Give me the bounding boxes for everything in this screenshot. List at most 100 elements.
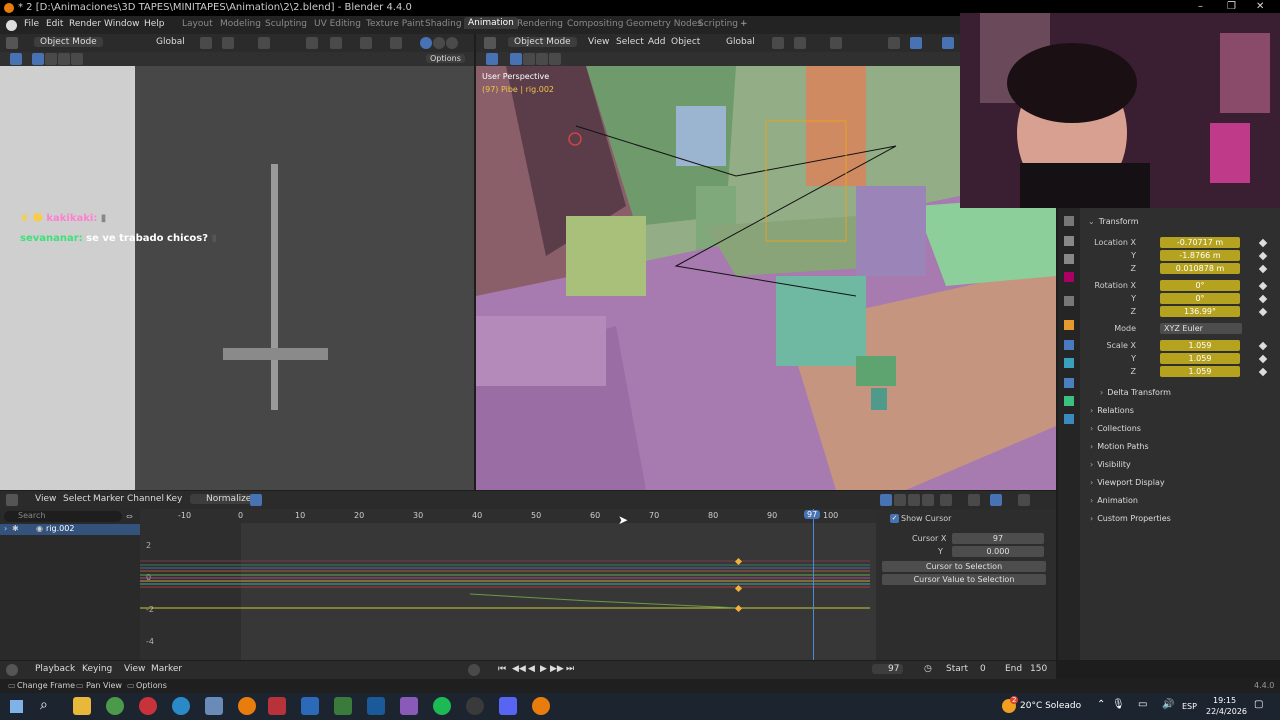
select-mode-extend-icon[interactable] [523,53,535,65]
channel-filter-icon[interactable]: ⇔ [126,512,133,521]
motion-paths-section[interactable]: › Motion Paths [1090,442,1149,451]
preview-range-icon[interactable]: ◷ [924,664,932,674]
physics-tab-icon[interactable] [1064,358,1074,368]
notifications-icon[interactable]: ▢ [1254,699,1263,710]
keyframe-scale-z-icon[interactable] [1258,367,1268,377]
tab-modeling[interactable]: Modeling [220,19,261,29]
data-tab-icon[interactable] [1064,396,1074,406]
select-box-icon[interactable] [486,53,498,65]
search-icon[interactable]: ⌕ [40,697,48,713]
show-cursor-checkbox[interactable]: ✓ [890,514,899,523]
file-explorer-icon[interactable] [73,697,91,715]
proportional-icon[interactable] [1018,494,1030,506]
left-orientation-dropdown[interactable]: Global [156,37,185,47]
cursor-y-field[interactable]: 0.000 [952,546,1044,557]
photos-icon[interactable] [301,697,319,715]
chrome-icon[interactable] [106,697,124,715]
rotation-x-field[interactable]: 0° [1160,280,1240,291]
timeline-menu-view[interactable]: View [124,664,145,674]
tab-sculpting[interactable]: Sculpting [265,19,307,29]
visibility-icon[interactable] [888,37,900,49]
graph-menu-key[interactable]: Key [166,494,182,504]
funnel-icon[interactable] [940,494,952,506]
pivot-point-icon[interactable] [968,494,980,506]
solid-shading-icon[interactable] [420,37,432,49]
location-y-field[interactable]: -1.8766 m [1160,250,1240,261]
snap-icon[interactable] [222,37,234,49]
left-mode-dropdown[interactable]: Object Mode [34,37,103,47]
normalize-auto-icon[interactable] [250,494,262,506]
main-menu-select[interactable]: Select [616,37,644,47]
language-indicator[interactable]: ESP [1182,702,1197,711]
tab-compositing[interactable]: Compositing [567,19,623,29]
overlay-icon[interactable] [942,37,954,49]
clock-date[interactable]: 22/4/2026 [1206,707,1247,716]
modifiers-tab-icon[interactable] [1064,340,1074,350]
scale-z-field[interactable]: 1.059 [1160,366,1240,377]
main-mode-dropdown[interactable]: Object Mode [508,37,577,47]
proportional-edit-icon[interactable] [830,37,842,49]
rotation-mode-dropdown[interactable]: XYZ Euler [1160,323,1242,334]
scale-y-field[interactable]: 1.059 [1160,353,1240,364]
animation-section[interactable]: › Animation [1090,496,1138,505]
graph-menu-view[interactable]: View [35,494,56,504]
keyframe-scale-x-icon[interactable] [1258,341,1268,351]
transform-section-header[interactable]: ⌄ Transform [1088,217,1139,226]
pt-app-icon[interactable] [334,697,352,715]
tray-chevron-icon[interactable]: ⌃ [1097,699,1105,710]
visibility-icon[interactable] [306,37,318,49]
visibility-section[interactable]: › Visibility [1090,460,1131,469]
close-button[interactable]: ✕ [1256,1,1264,12]
play-icon[interactable]: ▶ [540,664,547,674]
world-tab-icon[interactable] [1064,296,1074,306]
delta-transform-section[interactable]: › Delta Transform [1100,388,1171,397]
jump-keyframe-back-icon[interactable]: ◀◀ [512,664,526,674]
overlay-icon[interactable] [360,37,372,49]
auto-snap-icon[interactable] [990,494,1002,506]
select-mode-subtract-icon[interactable] [536,53,548,65]
menu-edit[interactable]: Edit [46,19,63,29]
clock-time[interactable]: 19:15 [1213,696,1236,705]
edge-icon[interactable] [172,697,190,715]
keyframe-location-x-icon[interactable] [1258,238,1268,248]
maximize-button[interactable]: ❐ [1227,1,1236,12]
object-tab-icon[interactable] [1064,320,1074,330]
scale-x-field[interactable]: 1.059 [1160,340,1240,351]
obs-icon[interactable] [466,697,484,715]
tab-layout[interactable]: Layout [182,19,213,29]
rotation-y-field[interactable]: 0° [1160,293,1240,304]
keyframe-rotation-x-icon[interactable] [1258,281,1268,291]
jump-keyframe-forward-icon[interactable]: ▶▶ [550,664,564,674]
spotify-icon[interactable] [433,697,451,715]
pivot-icon[interactable] [200,37,212,49]
channel-search-input[interactable]: Search [4,511,122,522]
relations-section[interactable]: › Relations [1090,406,1134,415]
current-frame-line[interactable] [813,509,814,660]
tab-uv-editing[interactable]: UV Editing [314,19,361,29]
normalize-toggle[interactable]: Normalize [190,494,256,504]
timeline-current-frame-field[interactable]: 97 [872,664,904,674]
blender-menu-icon[interactable] [6,20,17,31]
rotation-z-field[interactable]: 136.99° [1160,306,1240,317]
filter-icon[interactable] [922,494,934,506]
main-menu-view[interactable]: View [588,37,609,47]
keyframe-rotation-y-icon[interactable] [1258,294,1268,304]
timeline-editor-type-icon[interactable] [6,664,18,676]
options-dropdown[interactable]: Options [426,54,465,63]
constraints-tab-icon[interactable] [1064,378,1074,388]
tab-geometry-nodes[interactable]: Geometry Nodes [626,19,702,29]
main-orientation-dropdown[interactable]: Global [726,37,755,47]
microphone-icon[interactable]: 🎙 [1112,699,1125,710]
cursor-value-to-selection-button[interactable]: Cursor Value to Selection [882,574,1046,585]
start-field[interactable]: 0 [980,664,986,674]
tool-tab-icon[interactable] [1064,216,1074,226]
pivot-icon[interactable] [772,37,784,49]
gizmo-icon[interactable] [910,37,922,49]
select-mode-new-icon[interactable] [510,53,522,65]
graph-menu-channel[interactable]: Channel [127,494,164,504]
blender-task-icon[interactable] [238,697,256,715]
add-workspace-button[interactable]: + [740,19,748,29]
timeline-menu-keying[interactable]: Keying [82,664,112,674]
graph-editor-type-icon[interactable] [6,494,18,506]
select-mode-new-icon[interactable] [32,53,44,65]
